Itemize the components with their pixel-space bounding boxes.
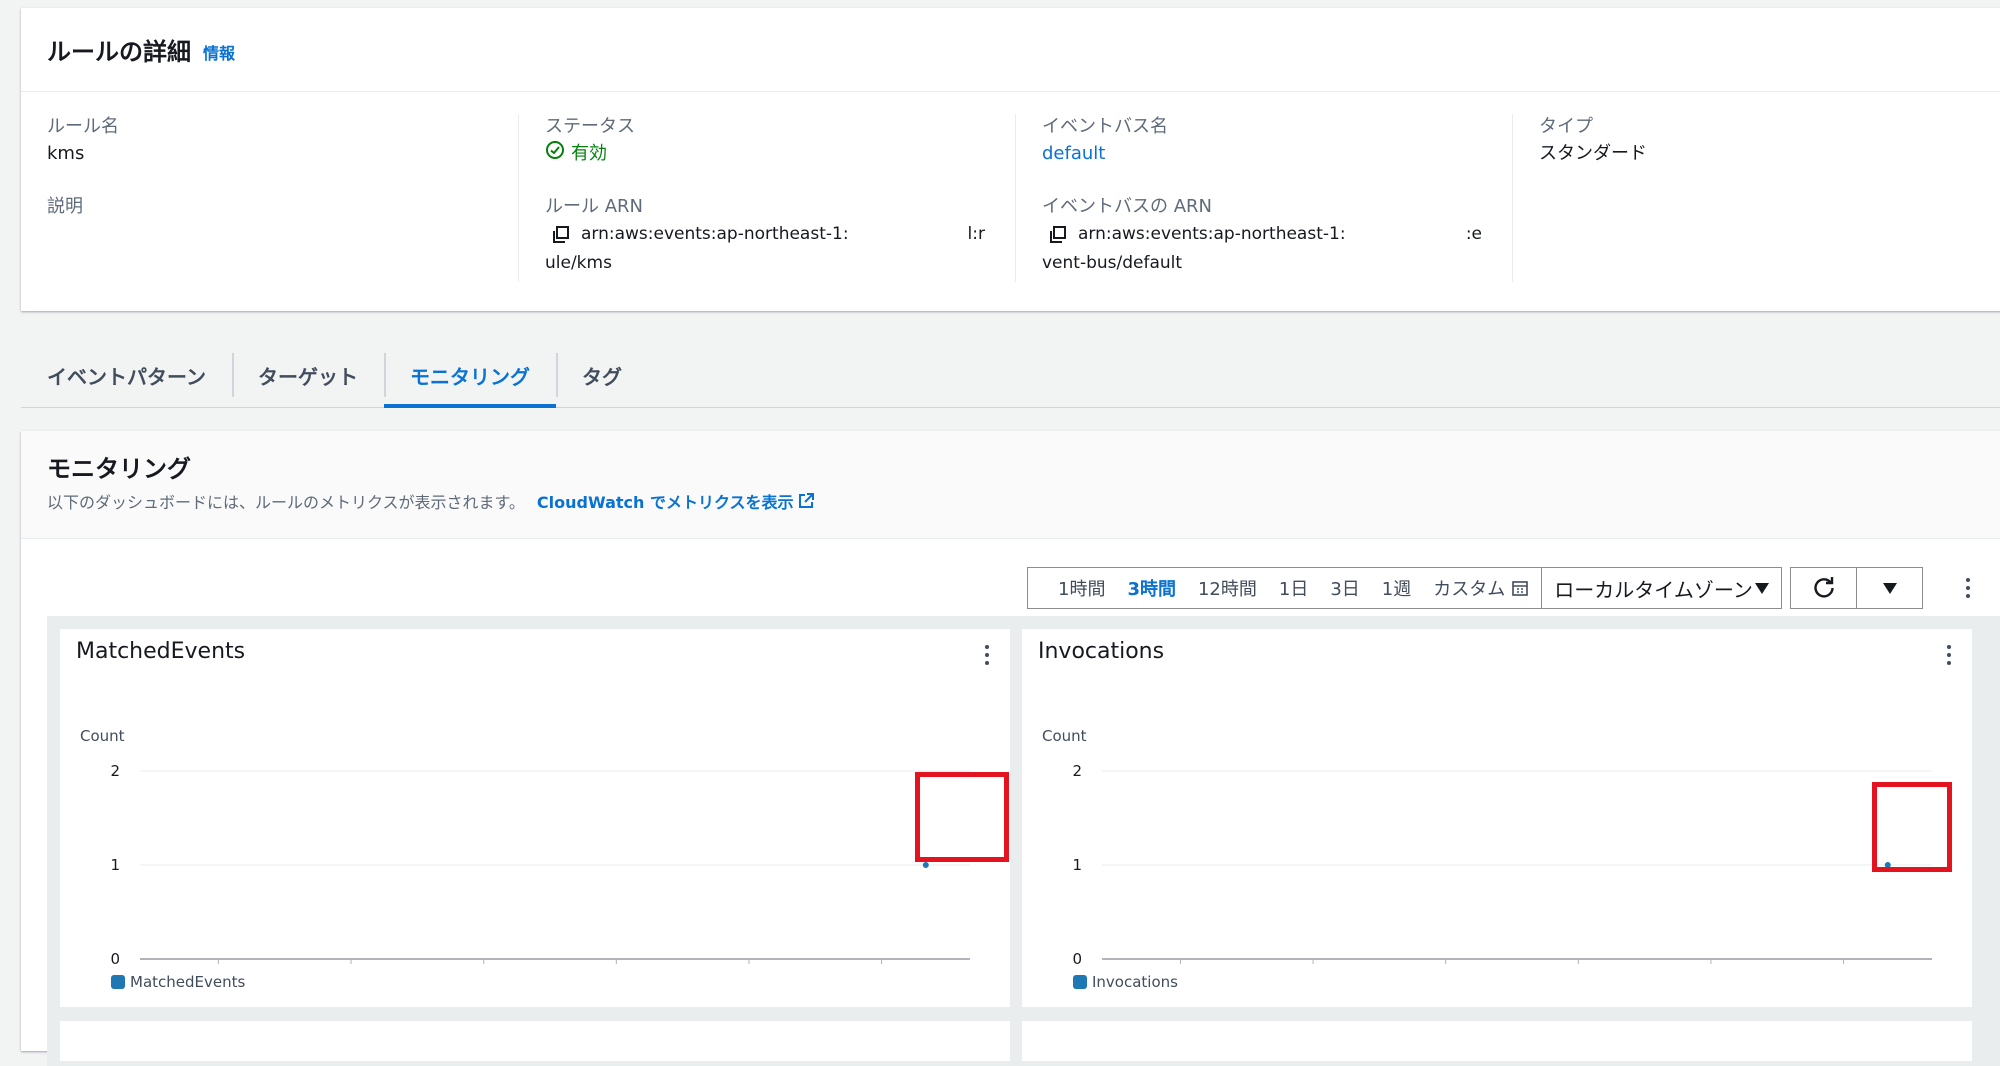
highlight-box (1872, 782, 1952, 872)
monitoring-panel: モニタリング 以下のダッシュボードには、ルールのメトリクスが表示されます。 Cl… (21, 431, 2000, 1066)
type-value: スタンダード (1539, 143, 1647, 164)
time-range-group: 1時間 3時間 12時間 1日 3日 1週 カスタム (1027, 567, 1543, 609)
calendar-icon (1511, 579, 1529, 597)
range-1d[interactable]: 1日 (1279, 575, 1308, 601)
event-bus-name-label: イベントバス名 (1042, 116, 1168, 137)
status-label: ステータス (545, 116, 635, 137)
details-column-bus: イベントバス名 default イベントバスの ARN arn:aws:even… (1015, 114, 1512, 282)
tab-event-pattern[interactable]: イベントパターン (21, 343, 232, 407)
range-1h[interactable]: 1時間 (1058, 575, 1105, 601)
data-point (922, 862, 929, 868)
tab-tags[interactable]: タグ (556, 343, 648, 407)
copy-icon[interactable] (1048, 225, 1068, 245)
monitoring-description: 以下のダッシュボードには、ルールのメトリクスが表示されます。 CloudWatc… (47, 489, 1985, 513)
rule-arn-tail: l:r (967, 224, 985, 244)
info-link[interactable]: 情報 (203, 40, 235, 64)
tab-monitoring[interactable]: モニタリング (384, 343, 556, 408)
y-tick-label: 0 (1072, 950, 1082, 968)
external-link-icon (797, 492, 815, 510)
cloudwatch-link-text: CloudWatch でメトリクスを表示 (536, 493, 794, 512)
range-3h[interactable]: 3時間 (1127, 575, 1176, 601)
rule-name-value: kms (47, 143, 85, 164)
details-column-status: ステータス 有効 ルール ARN arn:aws:events:ap-north… (518, 114, 1015, 282)
widget-title: MatchedEvents (76, 639, 246, 664)
rule-name-label: ルール名 (47, 116, 119, 137)
rule-tabs: イベントパターン ターゲット モニタリング タグ (21, 343, 2000, 408)
refresh-options-button[interactable] (1857, 567, 1924, 609)
cloudwatch-link[interactable]: CloudWatch でメトリクスを表示 (537, 489, 816, 513)
y-axis-label: Count (1042, 727, 1087, 745)
monitoring-header: モニタリング 以下のダッシュボードには、ルールのメトリクスが表示されます。 Cl… (21, 431, 2000, 539)
event-bus-name-link[interactable]: default (1042, 143, 1105, 164)
time-range-toolbar: 1時間 3時間 12時間 1日 3日 1週 カスタム ローカルタイムゾーン (1027, 567, 1924, 609)
details-column-name: ルール名 kms 説明 (21, 114, 518, 282)
rule-details-header: ルールの詳細 情報 (21, 8, 2000, 92)
highlight-box (915, 772, 1009, 862)
rule-arn-line2: ule/kms (545, 253, 612, 273)
metric-widget-invocations: Invocations Count01209:0009:3010:0010:30… (1022, 629, 1972, 1007)
legend-swatch (1073, 975, 1087, 989)
status-text: 有効 (571, 143, 607, 164)
event-bus-arn-value: arn:aws:events:ap-northeast-1: :e vent-b… (1042, 220, 1482, 278)
widget-title: Invocations (1038, 639, 1165, 664)
copy-icon[interactable] (551, 225, 571, 245)
legend-label: MatchedEvents (130, 973, 246, 991)
y-tick-label: 2 (1072, 762, 1082, 780)
status-value: 有効 (545, 140, 1015, 168)
chart-legend[interactable]: Invocations (1073, 973, 1178, 991)
range-custom-label: カスタム (1433, 579, 1506, 600)
rule-arn-line1: arn:aws:events:ap-northeast-1: (581, 224, 849, 244)
widget-actions-icon[interactable] (982, 645, 992, 665)
event-bus-arn-line1: arn:aws:events:ap-northeast-1: (1078, 224, 1346, 244)
y-tick-label: 0 (110, 950, 120, 968)
caret-down-icon (1882, 582, 1897, 594)
refresh-icon (1814, 577, 1834, 598)
refresh-button[interactable] (1790, 567, 1858, 609)
y-tick-label: 1 (110, 856, 120, 874)
caret-down-icon (1755, 582, 1770, 594)
range-3d[interactable]: 3日 (1330, 575, 1359, 601)
dashboard-actions-icon[interactable] (1963, 578, 1973, 598)
rule-details-panel: ルールの詳細 情報 ルール名 kms 説明 ステータス 有効 ルール ARN a… (21, 8, 2000, 311)
matched-events-chart: Count01209:0009:3010:0010:3011:0011:30 (80, 727, 970, 968)
event-bus-arn-label: イベントバスの ARN (1042, 196, 1213, 217)
timezone-value: ローカルタイムゾーン (1554, 577, 1753, 602)
legend-swatch (111, 975, 125, 989)
y-axis-label: Count (80, 727, 125, 745)
details-column-type: タイプ スタンダード (1512, 114, 2000, 282)
next-widget-row (1022, 1021, 1972, 1061)
event-bus-arn-line2: vent-bus/default (1042, 253, 1183, 273)
range-12h[interactable]: 12時間 (1198, 575, 1257, 601)
y-tick-label: 1 (1072, 856, 1082, 874)
tab-targets[interactable]: ターゲット (232, 343, 384, 407)
metric-widget-matched-events: MatchedEvents Count01209:0009:3010:0010:… (60, 629, 1010, 1007)
monitoring-description-text: 以下のダッシュボードには、ルールのメトリクスが表示されます。 (47, 493, 525, 512)
rule-arn-label: ルール ARN (545, 196, 644, 217)
y-tick-label: 2 (110, 762, 120, 780)
rule-arn-value: arn:aws:events:ap-northeast-1: l:r ule/k… (545, 220, 985, 278)
widget-actions-icon[interactable] (1944, 645, 1954, 665)
event-bus-arn-tail: :e (1465, 224, 1482, 244)
check-circle-icon (545, 140, 565, 169)
rule-details-title: ルールの詳細 (47, 38, 191, 66)
range-custom[interactable]: カスタム (1433, 575, 1529, 601)
invocations-chart: Count01209:0009:3010:0010:3011:0011:30 (1042, 727, 1932, 968)
chart-legend[interactable]: MatchedEvents (111, 973, 245, 991)
type-label: タイプ (1539, 116, 1593, 137)
range-1w[interactable]: 1週 (1382, 575, 1411, 601)
monitoring-title: モニタリング (47, 455, 191, 483)
legend-label: Invocations (1092, 973, 1178, 991)
description-label: 説明 (47, 196, 83, 217)
next-widget-row (60, 1021, 1010, 1061)
timezone-select[interactable]: ローカルタイムゾーン (1542, 567, 1783, 609)
